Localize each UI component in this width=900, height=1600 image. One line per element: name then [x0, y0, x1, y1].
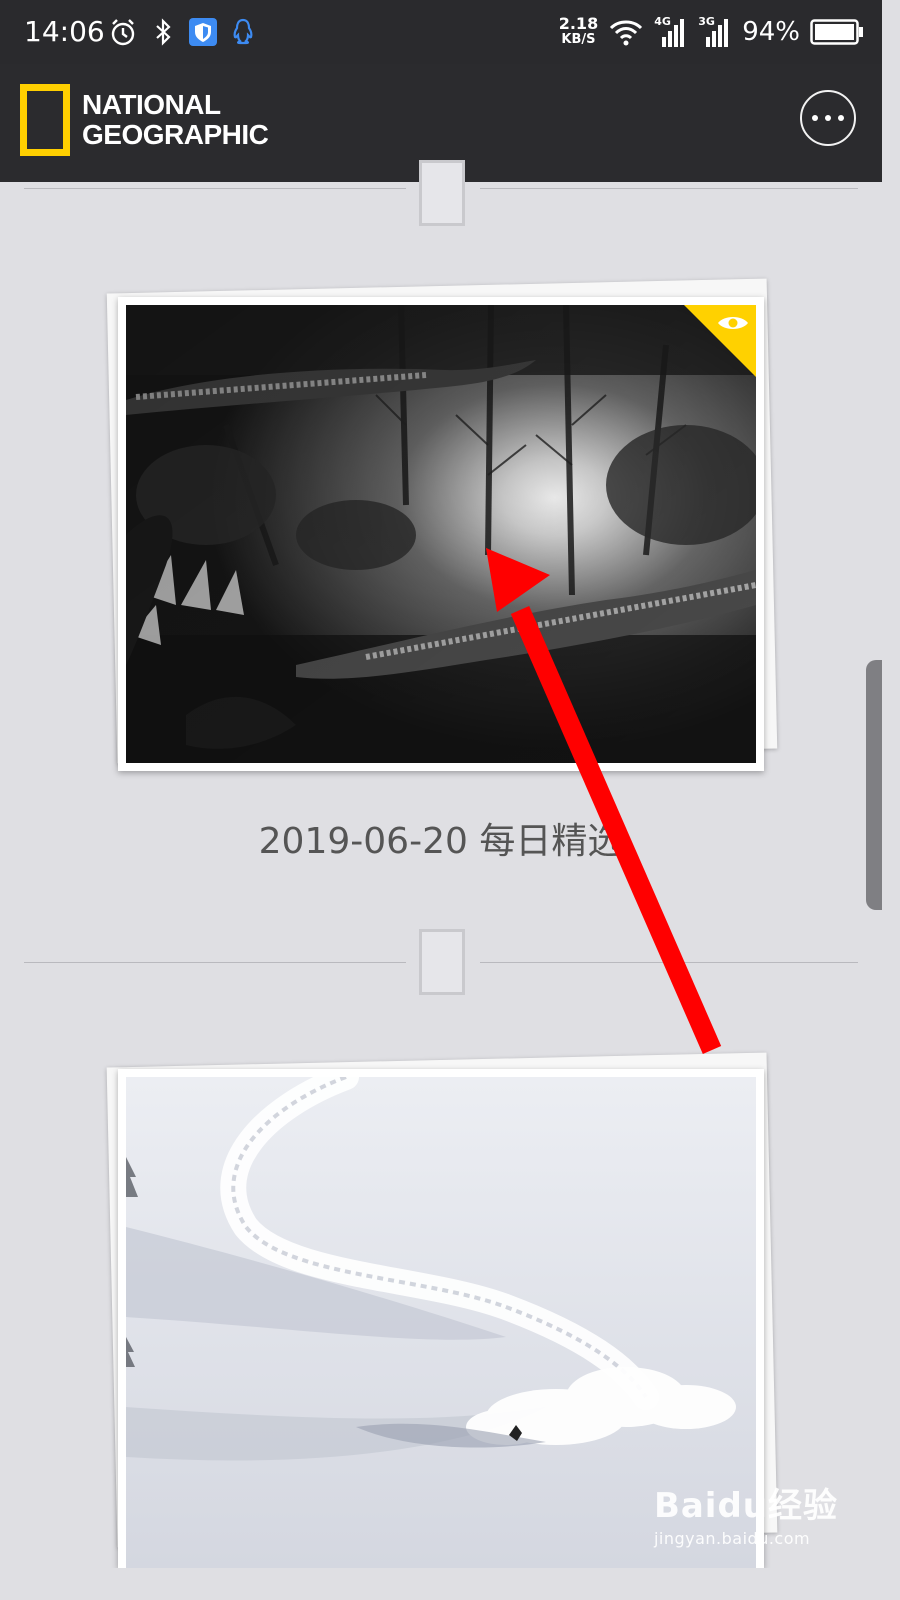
crocodile-photo-image — [126, 305, 756, 763]
logo-text: NATIONAL GEOGRAPHIC — [82, 89, 269, 150]
watermark-url: jingyan.baidu.com — [653, 1529, 811, 1548]
logo-line-1: NATIONAL — [82, 89, 221, 120]
logo-line-2: GEOGRAPHIC — [82, 119, 269, 150]
more-dots-icon — [838, 115, 844, 121]
yellow-frame-icon — [20, 84, 70, 156]
network-speed: 2.18 KB/S — [559, 16, 598, 48]
bluetooth-icon — [156, 18, 171, 46]
network-speed-value: 2.18 — [558, 14, 599, 33]
edge-scroll-handle[interactable] — [866, 660, 882, 910]
wifi-icon — [610, 20, 643, 46]
divider-marker — [419, 160, 465, 226]
photo-date-caption[interactable]: 2019-06-20 每日精选 — [0, 812, 882, 864]
signal-bars-icon — [662, 19, 685, 47]
divider-line — [24, 188, 406, 189]
signal-bars-icon — [706, 19, 729, 47]
signal-3g: 3G — [698, 15, 732, 49]
more-options-button[interactable] — [800, 90, 856, 146]
divider-line — [480, 188, 858, 189]
status-icons-right: 2.18 KB/S 4G 3G 94% — [559, 10, 864, 54]
photo-card-crocodiles[interactable] — [118, 297, 764, 771]
more-dots-icon — [812, 115, 818, 121]
status-time: 14:06 — [24, 15, 105, 48]
divider-line — [24, 962, 406, 963]
status-icons-left — [108, 14, 258, 50]
photo-crocodiles — [126, 305, 756, 763]
shield-icon — [189, 18, 217, 46]
battery-percentage: 94% — [742, 17, 800, 47]
divider-marker — [419, 929, 465, 995]
eye-icon — [718, 317, 748, 329]
national-geographic-logo[interactable]: NATIONAL GEOGRAPHIC — [20, 84, 269, 156]
battery-icon — [810, 19, 863, 45]
app-screen: 14:06 2.18 KB/S 4G 3G 94% NATIONAL GEOGR… — [0, 0, 882, 1568]
network-speed-unit: KB/S — [561, 32, 596, 47]
qq-penguin-icon — [233, 18, 253, 45]
alarm-icon — [111, 19, 135, 46]
baidu-watermark: Baidu经验 jingyan.baidu.com — [654, 1478, 838, 1548]
signal-4g: 4G — [654, 15, 688, 49]
more-dots-icon — [825, 115, 831, 121]
watermark-brand: Baidu经验 — [653, 1486, 838, 1526]
status-bar: 14:06 2.18 KB/S 4G 3G 94% — [0, 0, 882, 64]
divider-line — [480, 962, 858, 963]
